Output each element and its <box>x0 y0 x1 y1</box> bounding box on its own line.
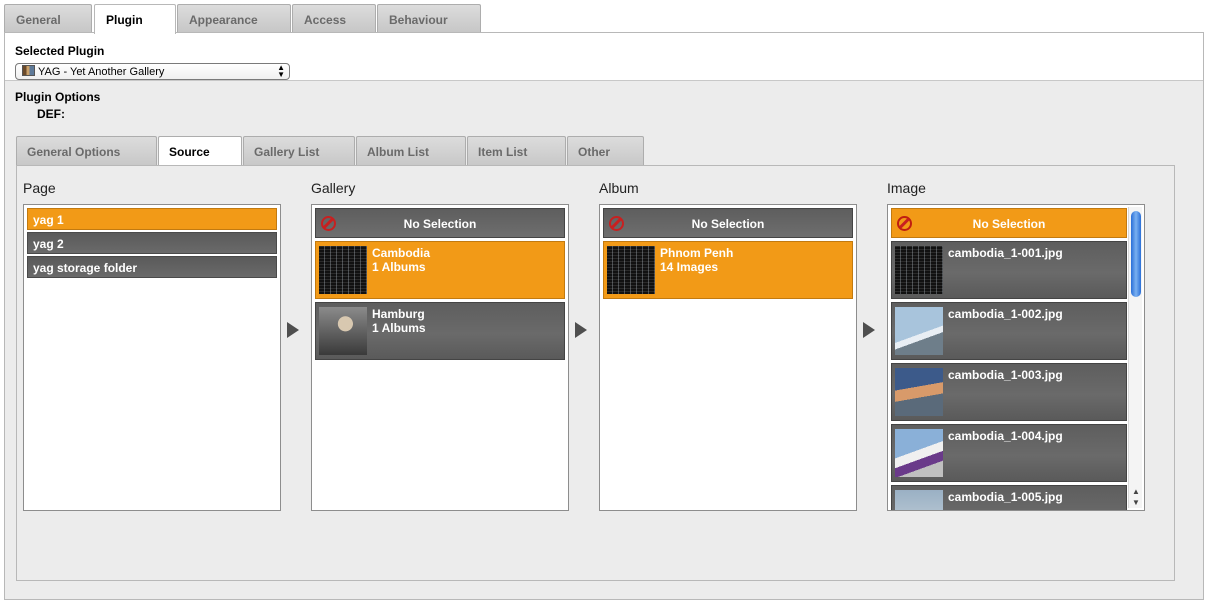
image-thumbnail <box>895 246 943 294</box>
no-entry-icon <box>321 216 336 231</box>
album-item-count: 14 Images <box>660 260 719 274</box>
gallery-column-title: Gallery <box>311 180 356 196</box>
arrow-right-icon <box>287 322 299 338</box>
tab-item-list[interactable]: Item List <box>467 136 566 165</box>
image-item[interactable]: cambodia_1-004.jpg <box>891 424 1127 482</box>
image-list-scrollbar[interactable]: ▲ ▼ <box>1128 207 1142 508</box>
album-no-selection-label: No Selection <box>691 217 765 231</box>
plugin-select-value: YAG - Yet Another Gallery <box>38 66 165 78</box>
album-item-name: Phnom Penh <box>660 246 734 260</box>
image-item-name: cambodia_1-004.jpg <box>948 429 1063 443</box>
no-entry-icon <box>609 216 624 231</box>
image-thumbnail <box>895 307 943 355</box>
no-entry-icon <box>897 216 912 231</box>
scrollbar-thumb[interactable] <box>1131 211 1141 297</box>
def-label: DEF: <box>37 107 65 121</box>
page-column-title: Page <box>23 180 56 196</box>
arrow-right-icon <box>863 322 875 338</box>
image-item-name: cambodia_1-002.jpg <box>948 307 1063 321</box>
image-no-selection-label: No Selection <box>972 217 1046 231</box>
tab-general-options[interactable]: General Options <box>16 136 157 165</box>
gallery-no-selection[interactable]: No Selection <box>315 208 565 238</box>
gallery-no-selection-label: No Selection <box>403 217 477 231</box>
page-item-yag-storage-folder[interactable]: yag storage folder <box>27 256 277 278</box>
album-no-selection[interactable]: No Selection <box>603 208 853 238</box>
album-thumbnail <box>607 246 655 294</box>
image-list: No Selection cambodia_1-001.jpg cambodia… <box>887 204 1145 511</box>
image-item[interactable]: cambodia_1-005.jpg <box>891 485 1127 510</box>
scroll-up-icon[interactable]: ▲ <box>1132 487 1140 496</box>
tab-behaviour[interactable]: Behaviour <box>377 4 481 33</box>
image-thumbnail <box>895 368 943 416</box>
tab-general[interactable]: General <box>4 4 92 33</box>
image-no-selection[interactable]: No Selection <box>891 208 1127 238</box>
selected-plugin-area: Selected Plugin YAG - Yet Another Galler… <box>5 33 1203 81</box>
select-arrows-icon: ▲ ▼ <box>277 63 285 79</box>
gallery-list: No Selection Cambodia 1 Albums Hamburg 1… <box>311 204 569 511</box>
plugin-select[interactable]: YAG - Yet Another Gallery ▲ ▼ <box>15 63 290 80</box>
plugin-options-label: Plugin Options <box>15 90 101 104</box>
image-column-title: Image <box>887 180 926 196</box>
selected-plugin-label: Selected Plugin <box>15 44 105 58</box>
image-thumbnail <box>895 490 943 510</box>
page-item-yag-1[interactable]: yag 1 <box>27 208 277 230</box>
image-item[interactable]: cambodia_1-001.jpg <box>891 241 1127 299</box>
tab-gallery-list[interactable]: Gallery List <box>243 136 355 165</box>
image-item-name: cambodia_1-001.jpg <box>948 246 1063 260</box>
tab-plugin[interactable]: Plugin <box>94 4 176 34</box>
image-item-name: cambodia_1-005.jpg <box>948 490 1063 504</box>
gallery-thumbnail <box>319 246 367 294</box>
tab-appearance[interactable]: Appearance <box>177 4 291 33</box>
gallery-item-hamburg[interactable]: Hamburg 1 Albums <box>315 302 565 360</box>
tab-source[interactable]: Source <box>158 136 242 166</box>
gallery-item-name: Hamburg <box>372 307 425 321</box>
top-tab-bar: General Plugin Appearance Access Behavio… <box>0 0 1208 34</box>
image-item[interactable]: cambodia_1-003.jpg <box>891 363 1127 421</box>
gallery-item-count: 1 Albums <box>372 321 426 335</box>
gallery-item-count: 1 Albums <box>372 260 426 274</box>
tab-other[interactable]: Other <box>567 136 644 165</box>
tab-access[interactable]: Access <box>292 4 376 33</box>
page-item-yag-2[interactable]: yag 2 <box>27 232 277 254</box>
tab-album-list[interactable]: Album List <box>356 136 466 165</box>
image-thumbnail <box>895 429 943 477</box>
image-item-name: cambodia_1-003.jpg <box>948 368 1063 382</box>
gallery-item-name: Cambodia <box>372 246 431 260</box>
album-item-phnom-penh[interactable]: Phnom Penh 14 Images <box>603 241 853 299</box>
image-item[interactable]: cambodia_1-002.jpg <box>891 302 1127 360</box>
gallery-plugin-icon <box>22 65 35 76</box>
gallery-thumbnail <box>319 307 367 355</box>
scroll-down-icon[interactable]: ▼ <box>1132 498 1140 507</box>
arrow-right-icon <box>575 322 587 338</box>
album-column-title: Album <box>599 180 639 196</box>
page-list: yag 1 yag 2 yag storage folder <box>23 204 281 511</box>
album-list: No Selection Phnom Penh 14 Images <box>599 204 857 511</box>
gallery-item-cambodia[interactable]: Cambodia 1 Albums <box>315 241 565 299</box>
